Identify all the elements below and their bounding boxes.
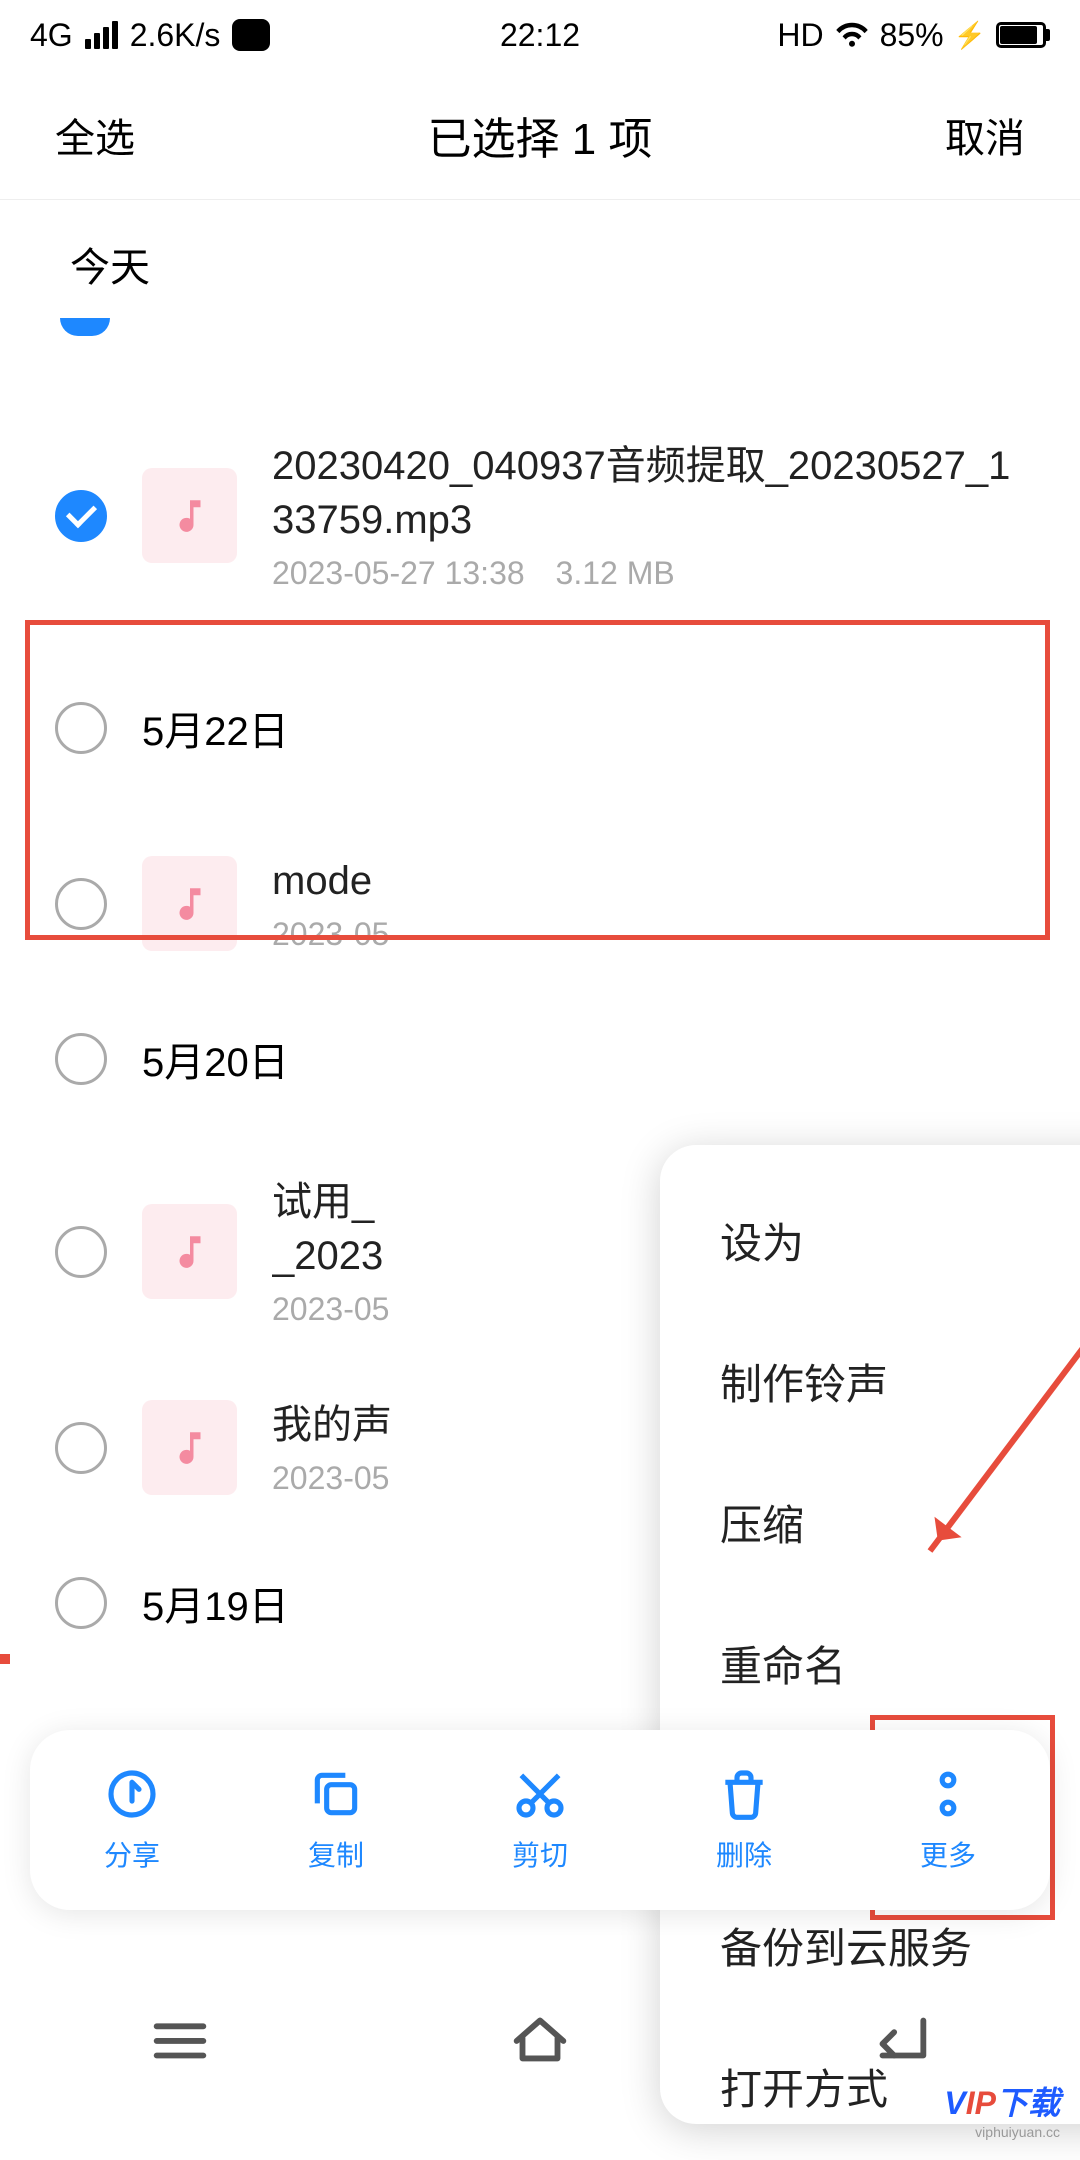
selection-title: 已选择 1 项	[428, 103, 653, 167]
delete-button[interactable]: 删除	[716, 1766, 772, 1874]
more-button[interactable]: 更多	[920, 1766, 976, 1874]
file-date: 2023-05	[272, 1291, 389, 1327]
status-right: HD 85% ⚡	[777, 13, 1050, 57]
wifi-icon	[834, 13, 870, 57]
checkbox[interactable]	[55, 1577, 107, 1629]
checkbox-checked[interactable]	[55, 490, 107, 542]
more-label: 更多	[920, 1834, 976, 1874]
menu-set-as[interactable]: 设为	[660, 1170, 1080, 1311]
highlight-box-more	[0, 1654, 10, 1664]
share-label: 分享	[104, 1834, 160, 1874]
music-file-icon	[142, 856, 237, 951]
menu-compress[interactable]: 压缩	[660, 1452, 1080, 1593]
file-row[interactable]: 20230420_040937音频提取_20230527_133759.mp3 …	[0, 384, 1080, 647]
copy-label: 复制	[308, 1834, 364, 1874]
status-left: 4G 2.6K/s	[30, 17, 270, 54]
delete-label: 删除	[716, 1834, 772, 1874]
menu-rename[interactable]: 重命名	[660, 1593, 1080, 1734]
watermark-sub: viphuiyuan.cc	[944, 2124, 1060, 2140]
battery-percent: 85%	[880, 17, 944, 54]
date-row[interactable]: 5月20日	[0, 1008, 1080, 1110]
hd-label: HD	[777, 17, 823, 54]
message-icon	[232, 19, 270, 51]
status-time: 22:12	[500, 17, 580, 54]
checkbox[interactable]	[55, 702, 107, 754]
share-button[interactable]: 分享	[104, 1766, 160, 1874]
date-label: 5月20日	[142, 1030, 289, 1088]
checkbox[interactable]	[55, 1422, 107, 1474]
watermark: VIP下载 viphuiyuan.cc	[944, 2078, 1060, 2140]
selection-header: 全选 已选择 1 项 取消	[0, 70, 1080, 200]
file-meta: 2023-05	[272, 916, 1030, 953]
file-date: 2023-05	[272, 1460, 389, 1496]
file-date: 2023-05	[272, 916, 389, 952]
file-size: 3.12 MB	[556, 555, 675, 591]
nav-back-button[interactable]	[865, 2003, 935, 2078]
music-file-icon	[142, 1204, 237, 1299]
signal-icon	[85, 21, 118, 49]
file-name: mode	[272, 854, 1030, 908]
copy-button[interactable]: 复制	[308, 1766, 364, 1874]
music-file-icon	[142, 468, 237, 563]
action-toolbar: 分享 复制 剪切 删除 更多	[30, 1730, 1050, 1910]
cancel-button[interactable]: 取消	[945, 106, 1025, 164]
battery-icon	[996, 22, 1050, 48]
music-file-icon	[142, 1400, 237, 1495]
status-bar: 4G 2.6K/s 22:12 HD 85% ⚡	[0, 0, 1080, 70]
section-today: 今天	[0, 200, 1080, 318]
select-all-button[interactable]: 全选	[55, 106, 135, 164]
charging-icon: ⚡	[954, 20, 986, 51]
file-info: mode 2023-05	[272, 854, 1030, 953]
nav-home-button[interactable]	[505, 2003, 575, 2078]
checkbox[interactable]	[55, 1226, 107, 1278]
menu-make-ringtone[interactable]: 制作铃声	[660, 1311, 1080, 1452]
checkbox[interactable]	[55, 878, 107, 930]
file-info: 20230420_040937音频提取_20230527_133759.mp3 …	[272, 439, 1030, 592]
cut-label: 剪切	[512, 1834, 568, 1874]
file-date: 2023-05-27 13:38	[272, 555, 525, 591]
cut-button[interactable]: 剪切	[512, 1766, 568, 1874]
date-label: 5月19日	[142, 1574, 289, 1632]
file-name: 20230420_040937音频提取_20230527_133759.mp3	[272, 439, 1030, 547]
system-navbar	[0, 1980, 1080, 2100]
date-label: 5月22日	[142, 699, 289, 757]
nav-recent-button[interactable]	[145, 2003, 215, 2078]
network-speed: 2.6K/s	[130, 17, 221, 54]
file-row[interactable]: mode 2023-05	[0, 829, 1080, 978]
network-type: 4G	[30, 17, 73, 54]
partial-indicator	[60, 318, 110, 336]
date-row[interactable]: 5月22日	[0, 677, 1080, 779]
checkbox[interactable]	[55, 1033, 107, 1085]
file-meta: 2023-05-27 13:38 3.12 MB	[272, 555, 1030, 592]
more-menu-popup: 设为 制作铃声 压缩 重命名 标签 备份到云服务 打开方式	[660, 1145, 1080, 2124]
